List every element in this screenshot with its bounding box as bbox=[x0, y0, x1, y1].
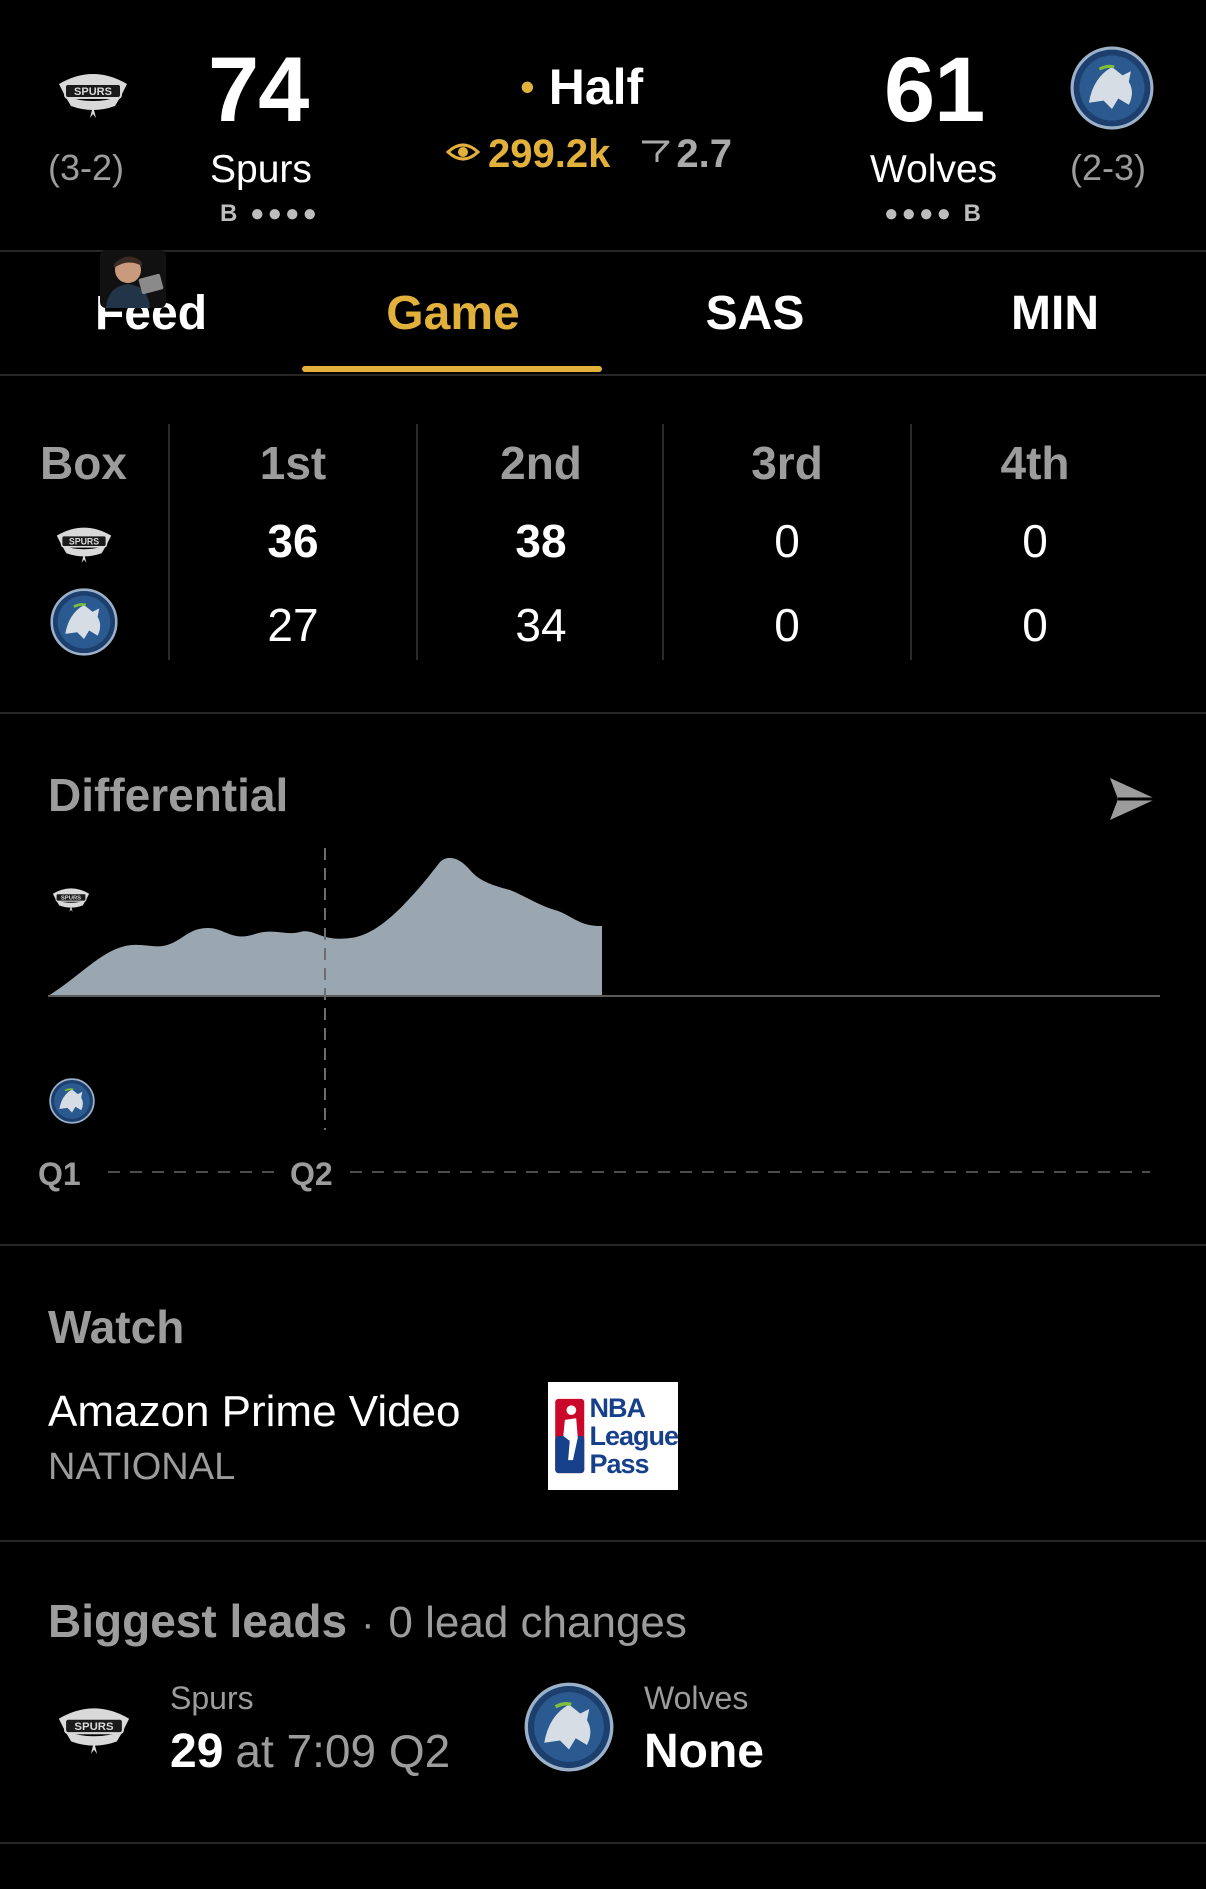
status-dot: • bbox=[520, 63, 535, 110]
biggest-leads-header: Biggest leads · 0 lead changes bbox=[48, 1598, 687, 1648]
watch-divider bbox=[0, 1540, 1206, 1542]
leads-away-value: None bbox=[644, 1725, 764, 1778]
tab-bar: Feed Game SAS MIN bbox=[0, 252, 1206, 372]
box-spurs-q2: 38 bbox=[515, 515, 567, 567]
box-header-q2: 2nd bbox=[500, 437, 582, 489]
league-pass-text-pass: Pass bbox=[589, 1449, 649, 1479]
user-avatar[interactable] bbox=[100, 250, 166, 308]
box-spurs-q4: 0 bbox=[1022, 515, 1048, 567]
box-divider bbox=[0, 712, 1206, 714]
leads-home-team: Spurs bbox=[170, 1680, 254, 1716]
share-icon[interactable] bbox=[1106, 774, 1160, 829]
spurs-logo bbox=[48, 62, 138, 122]
leads-home-line: 29 at 7:09 Q2 bbox=[170, 1724, 450, 1779]
quarter-label-q2: Q2 bbox=[290, 1156, 333, 1192]
chart-wolves-logo bbox=[49, 1078, 95, 1124]
box-column-separator bbox=[910, 424, 912, 660]
box-wolves-q1: 27 bbox=[267, 599, 319, 651]
box-wolves-logo bbox=[50, 588, 118, 656]
home-team-name: Spurs bbox=[210, 148, 312, 191]
tab-min[interactable]: MIN bbox=[904, 290, 1206, 338]
watch-scope: NATIONAL bbox=[48, 1446, 236, 1488]
chart-spurs-logo bbox=[48, 882, 94, 914]
differential-chart: Q1 Q2 bbox=[0, 830, 1206, 1200]
box-header-box: Box bbox=[40, 437, 127, 489]
title-separator: · bbox=[361, 1602, 375, 1646]
tab-game[interactable]: Game bbox=[302, 290, 604, 338]
away-team-name: Wolves bbox=[870, 148, 998, 191]
tab-sas[interactable]: SAS bbox=[604, 290, 906, 338]
lead-changes-count: 0 lead changes bbox=[388, 1598, 687, 1647]
leads-home-detail: at 7:09 Q2 bbox=[235, 1725, 451, 1777]
home-timeouts: B ●●●● bbox=[220, 200, 320, 227]
box-header-q4: 4th bbox=[1000, 437, 1070, 489]
game-status: • Half bbox=[520, 62, 643, 112]
box-spurs-logo bbox=[48, 518, 120, 566]
box-score: Box 1st 2nd 3rd 4th 36 38 0 0 27 34 0 0 bbox=[0, 376, 1206, 712]
away-score: 61 bbox=[884, 39, 985, 141]
leads-spurs-logo bbox=[48, 1696, 140, 1758]
active-tab-indicator bbox=[302, 366, 602, 372]
wolves-logo bbox=[1070, 46, 1154, 130]
biggest-leads-title: Biggest leads bbox=[48, 1595, 348, 1647]
viewer-stats: 299.2k 2.7 bbox=[445, 132, 732, 177]
viewer-count: 299.2k bbox=[488, 132, 611, 176]
box-wolves-q4: 0 bbox=[1022, 599, 1048, 651]
filter-icon bbox=[640, 139, 670, 170]
box-wolves-q3: 0 bbox=[774, 599, 800, 651]
league-pass-text-league: League bbox=[589, 1421, 679, 1451]
quarter-label-q1: Q1 bbox=[38, 1156, 81, 1192]
leads-home-value: 29 bbox=[170, 1725, 224, 1778]
home-score: 74 bbox=[208, 39, 309, 141]
box-spurs-q3: 0 bbox=[774, 515, 800, 567]
box-header-q3: 3rd bbox=[751, 437, 823, 489]
watch-provider[interactable]: Amazon Prime Video bbox=[48, 1390, 461, 1434]
box-spurs-q1: 36 bbox=[267, 515, 319, 567]
box-column-separator bbox=[662, 424, 664, 660]
away-timeouts: ●●●● B bbox=[884, 200, 984, 227]
box-column-separator bbox=[168, 424, 170, 660]
status-text: Half bbox=[548, 59, 644, 115]
differential-title: Differential bbox=[48, 769, 289, 821]
home-record: (3-2) bbox=[48, 147, 125, 188]
leads-wolves-logo bbox=[524, 1682, 614, 1772]
eye-icon bbox=[445, 140, 481, 169]
leads-away-team: Wolves bbox=[644, 1680, 749, 1716]
box-header-q1: 1st bbox=[259, 437, 327, 489]
league-pass-text-nba: NBA bbox=[589, 1393, 645, 1423]
box-column-separator bbox=[416, 424, 418, 660]
bottom-divider bbox=[0, 1842, 1206, 1844]
away-record: (2-3) bbox=[1070, 147, 1147, 188]
rating-value: 2.7 bbox=[676, 132, 732, 176]
box-wolves-q2: 34 bbox=[515, 599, 567, 651]
nba-league-pass-logo[interactable]: NBA League Pass bbox=[548, 1382, 679, 1490]
differential-divider bbox=[0, 1244, 1206, 1246]
watch-title: Watch bbox=[48, 1301, 185, 1353]
